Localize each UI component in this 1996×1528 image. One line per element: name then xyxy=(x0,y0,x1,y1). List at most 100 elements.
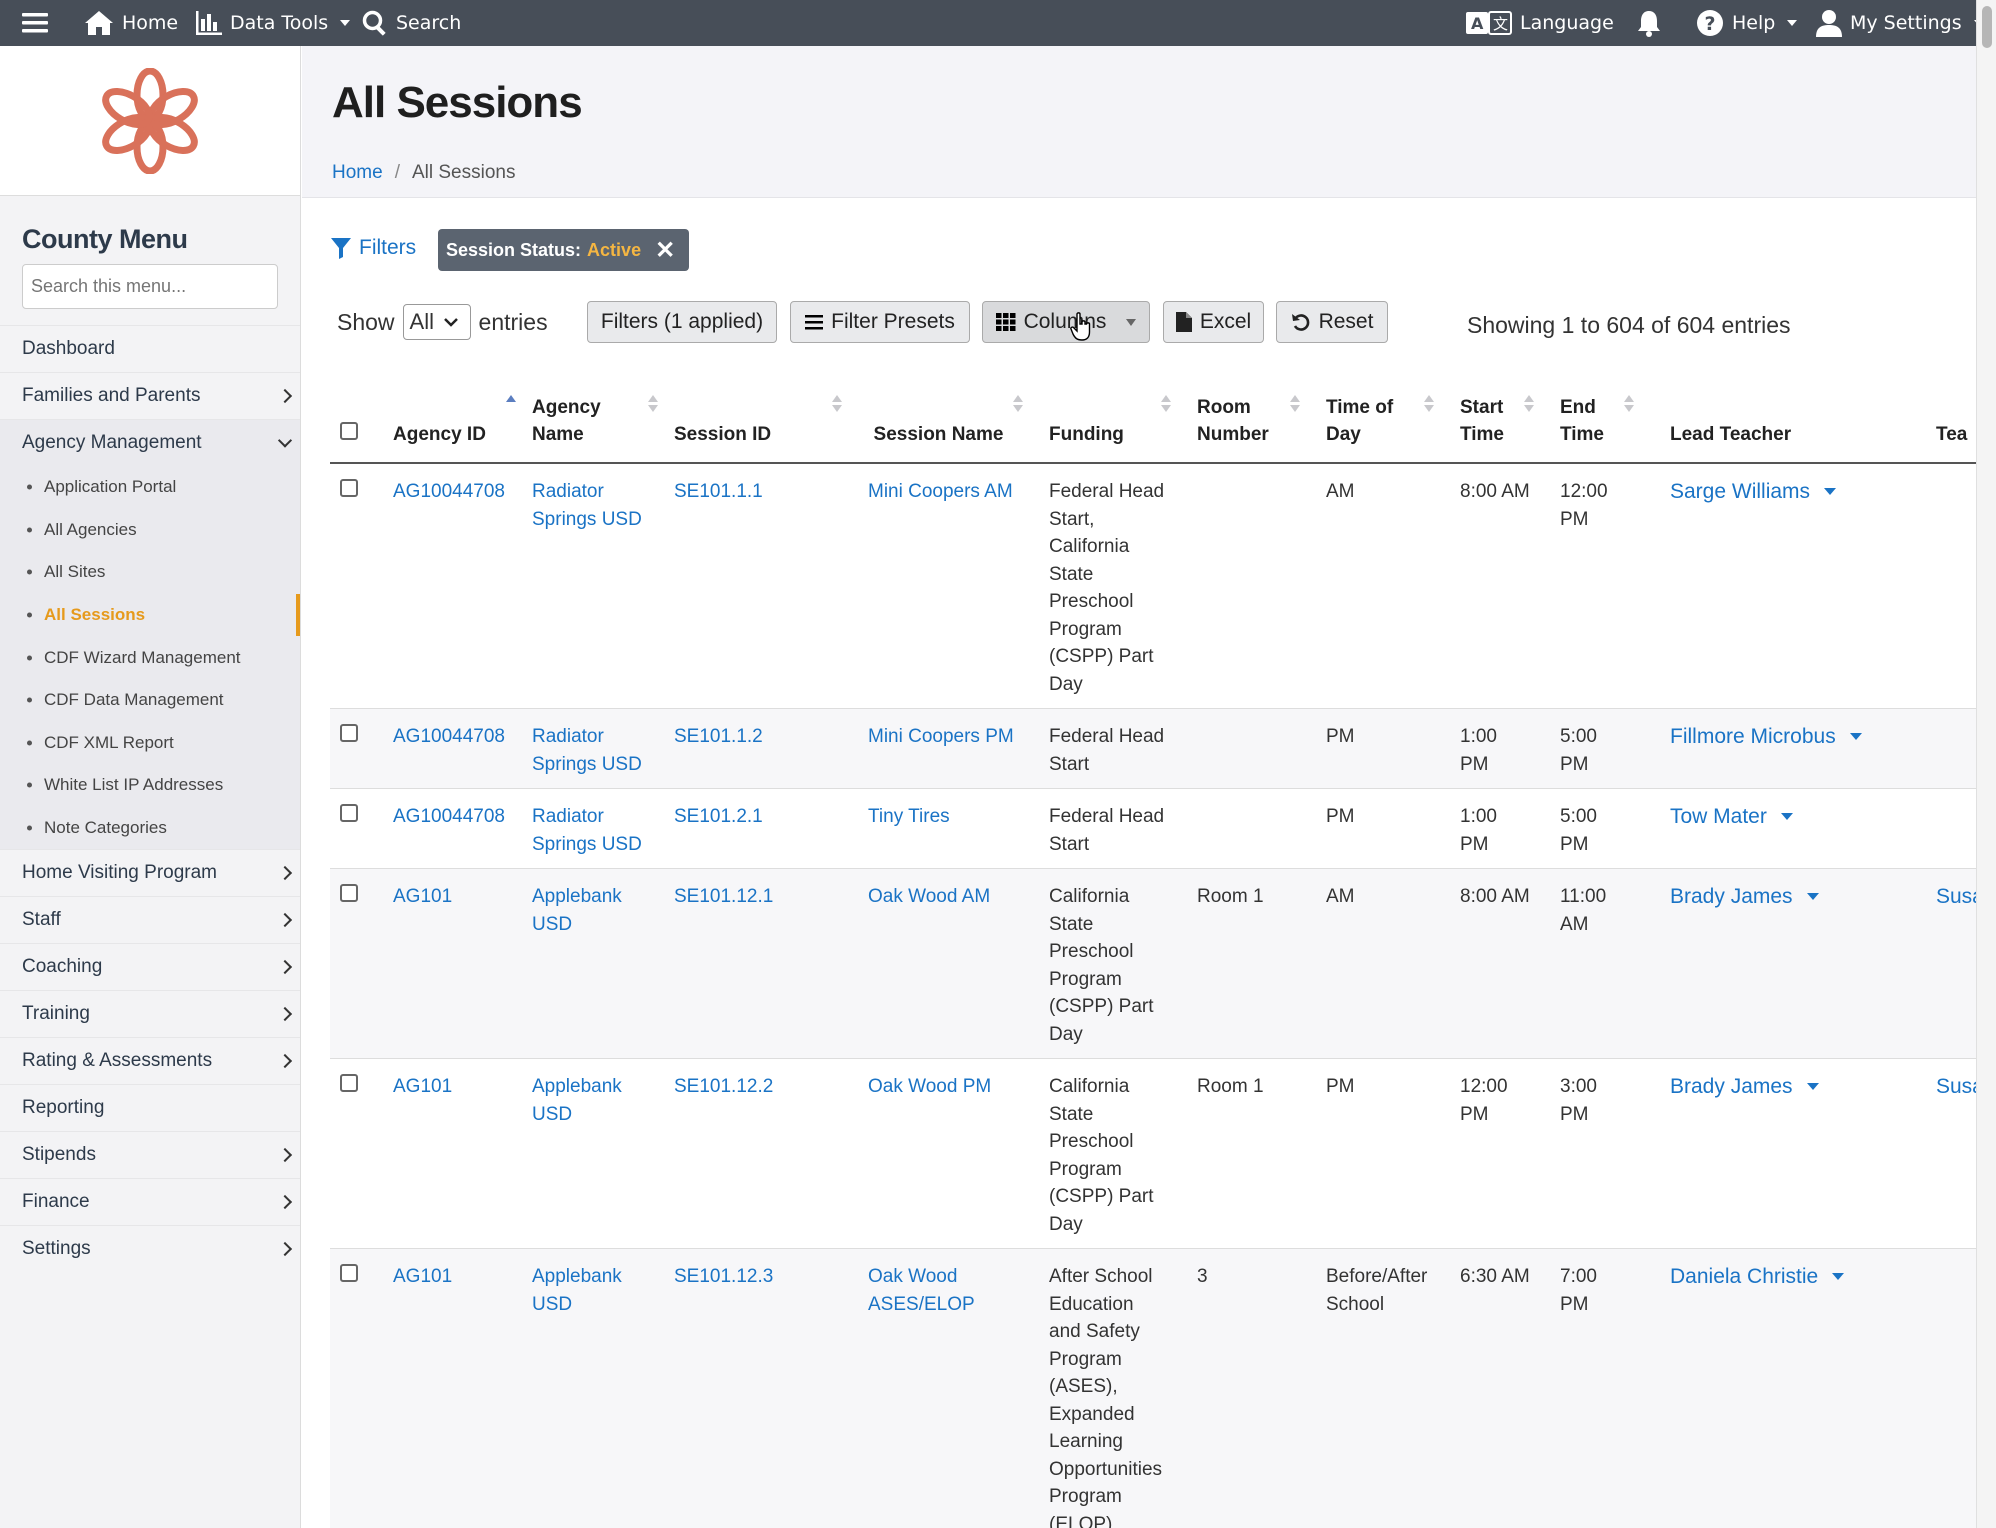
cell-time-of-day: AM xyxy=(1306,463,1440,709)
menu-search-input[interactable] xyxy=(22,264,278,309)
cell-lead-teacher: Fillmore Microbus xyxy=(1640,708,1920,789)
cell-agency-name-link[interactable]: Applebank USD xyxy=(532,1076,622,1125)
cell-agency-id-link[interactable]: AG10044708 xyxy=(393,806,505,827)
sidebar-subitem-cdf-data[interactable]: CDF Data Management xyxy=(0,679,300,722)
filters-applied-button[interactable]: Filters (1 applied) xyxy=(587,301,777,343)
column-header-session-name[interactable]: Session Name xyxy=(848,355,1029,464)
excel-export-button[interactable]: Excel xyxy=(1163,301,1264,343)
lead-teacher-dropdown[interactable]: Daniela Christie xyxy=(1670,1263,1845,1291)
breadcrumb-home-link[interactable]: Home xyxy=(332,162,383,184)
cell-session-id-link[interactable]: SE101.12.1 xyxy=(674,886,773,907)
sidebar-item-finance[interactable]: Finance xyxy=(0,1178,300,1225)
cell-select xyxy=(330,788,383,869)
chevron-down-icon xyxy=(1832,1273,1845,1281)
sidebar-item-stipends[interactable]: Stipends xyxy=(0,1131,300,1178)
sidebar-item-settings[interactable]: Settings xyxy=(0,1225,300,1272)
filters-toggle-link[interactable]: Filters xyxy=(331,236,416,260)
columns-dropdown-button[interactable]: Columns xyxy=(982,301,1150,343)
sidebar-subitem-cdf-xml[interactable]: CDF XML Report xyxy=(0,722,300,765)
sidebar-subitem-all-sites[interactable]: All Sites xyxy=(0,551,300,594)
row-checkbox[interactable] xyxy=(340,479,358,497)
cell-agency-id-link[interactable]: AG10044708 xyxy=(393,726,505,747)
cell-session-id-link[interactable]: SE101.12.3 xyxy=(674,1266,773,1287)
nav-home-link[interactable]: Home xyxy=(84,0,178,46)
column-header-agency-id[interactable]: Agency ID xyxy=(383,355,522,464)
row-checkbox[interactable] xyxy=(340,884,358,902)
cell-time-of-day: Before/After School xyxy=(1306,1248,1440,1528)
cell-agency-id-link[interactable]: AG10044708 xyxy=(393,481,505,502)
scrollbar-thumb[interactable] xyxy=(1982,6,1992,48)
cell-session-name-link[interactable]: Tiny Tires xyxy=(868,806,950,827)
sidebar-item-dashboard[interactable]: Dashboard xyxy=(0,325,300,372)
column-header-funding[interactable]: Funding xyxy=(1029,355,1177,464)
nav-search-link[interactable]: Search xyxy=(362,0,461,46)
cell-session-id-link[interactable]: SE101.1.2 xyxy=(674,726,763,747)
cell-session-name-link[interactable]: Oak Wood PM xyxy=(868,1076,991,1097)
cell-agency-id-link[interactable]: AG101 xyxy=(393,886,452,907)
sidebar-item-agency-management[interactable]: Agency Management xyxy=(0,419,300,466)
cell-session-id-link[interactable]: SE101.2.1 xyxy=(674,806,763,827)
teacher-link[interactable]: Susa xyxy=(1936,883,1976,911)
row-checkbox[interactable] xyxy=(340,724,358,742)
hamburger-menu-icon[interactable] xyxy=(22,0,48,46)
cell-session-name-link[interactable]: Oak Wood AM xyxy=(868,886,990,907)
cell-session-name-link[interactable]: Mini Coopers AM xyxy=(868,481,1013,502)
filter-presets-button[interactable]: Filter Presets xyxy=(790,301,970,343)
sidebar-item-rating[interactable]: Rating & Assessments xyxy=(0,1037,300,1084)
notifications-bell-icon[interactable] xyxy=(1636,0,1662,46)
teacher-link[interactable]: Susa xyxy=(1936,1073,1976,1101)
lead-teacher-dropdown[interactable]: Fillmore Microbus xyxy=(1670,723,1862,751)
sidebar-item-reporting[interactable]: Reporting xyxy=(0,1084,300,1131)
cell-agency-name-link[interactable]: Applebank USD xyxy=(532,886,622,935)
row-checkbox[interactable] xyxy=(340,1074,358,1092)
cell-session-name-link[interactable]: Mini Coopers PM xyxy=(868,726,1014,747)
sidebar-subitem-all-sessions[interactable]: All Sessions xyxy=(0,593,300,637)
page-scrollbar[interactable] xyxy=(1976,0,1996,1528)
lead-teacher-dropdown[interactable]: Brady James xyxy=(1670,1073,1819,1101)
logo[interactable] xyxy=(0,46,300,196)
sidebar-item-training[interactable]: Training xyxy=(0,990,300,1037)
nav-help-dropdown[interactable]: ? Help xyxy=(1696,0,1798,46)
column-header-agency-name[interactable]: Agency Name xyxy=(522,355,664,464)
column-header-session-id[interactable]: Session ID xyxy=(664,355,848,464)
cell-session-id-link[interactable]: SE101.1.1 xyxy=(674,481,763,502)
column-header-lead-teacher[interactable]: Lead Teacher xyxy=(1640,355,1920,464)
cell-session-id-link[interactable]: SE101.12.2 xyxy=(674,1076,773,1097)
sidebar-item-coaching[interactable]: Coaching xyxy=(0,943,300,990)
sidebar-subitem-cdf-wizard[interactable]: CDF Wizard Management xyxy=(0,636,300,679)
lead-teacher-dropdown[interactable]: Brady James xyxy=(1670,883,1819,911)
cell-agency-id: AG10044708 xyxy=(383,788,522,869)
sidebar-subitem-note-categories[interactable]: Note Categories xyxy=(0,807,300,850)
sidebar-item-home-visiting[interactable]: Home Visiting Program xyxy=(0,849,300,896)
cell-agency-id-link[interactable]: AG101 xyxy=(393,1076,452,1097)
cell-agency-id-link[interactable]: AG101 xyxy=(393,1266,452,1287)
cell-agency-name-link[interactable]: Radiator Springs USD xyxy=(532,481,642,530)
entries-select[interactable]: All xyxy=(402,304,471,340)
sidebar-item-families[interactable]: Families and Parents xyxy=(0,372,300,419)
nav-my-settings-dropdown[interactable]: My Settings xyxy=(1816,0,1984,46)
sidebar-item-staff[interactable]: Staff xyxy=(0,896,300,943)
column-header-end-time[interactable]: End Time xyxy=(1540,355,1640,464)
sidebar-subitem-white-list-ip[interactable]: White List IP Addresses xyxy=(0,764,300,807)
cell-agency-name-link[interactable]: Radiator Springs USD xyxy=(532,726,642,775)
nav-data-tools-dropdown[interactable]: Data Tools xyxy=(196,0,351,46)
mouse-pointer-cursor-icon xyxy=(1070,312,1091,341)
row-checkbox[interactable] xyxy=(340,1264,358,1282)
select-all-checkbox[interactable] xyxy=(340,422,358,440)
cell-session-name-link[interactable]: Oak Wood ASES/ELOP xyxy=(868,1266,975,1315)
sidebar-subitem-application-portal[interactable]: Application Portal xyxy=(0,466,300,509)
filter-presets-label: Filter Presets xyxy=(831,310,955,333)
lead-teacher-dropdown[interactable]: Tow Mater xyxy=(1670,803,1793,831)
reset-button[interactable]: Reset xyxy=(1276,301,1388,343)
row-checkbox[interactable] xyxy=(340,804,358,822)
remove-filter-close-icon[interactable]: ✕ xyxy=(655,236,675,265)
column-header-teacher[interactable]: Tea xyxy=(1920,355,1976,464)
lead-teacher-dropdown[interactable]: Sarge Williams xyxy=(1670,478,1837,506)
column-header-room-number[interactable]: Room Number xyxy=(1177,355,1306,464)
cell-agency-name-link[interactable]: Radiator Springs USD xyxy=(532,806,642,855)
nav-language-link[interactable]: A文 Language xyxy=(1466,0,1614,46)
column-header-time-of-day[interactable]: Time of Day xyxy=(1306,355,1440,464)
cell-agency-name-link[interactable]: Applebank USD xyxy=(532,1266,622,1315)
column-header-start-time[interactable]: Start Time xyxy=(1440,355,1540,464)
sidebar-subitem-all-agencies[interactable]: All Agencies xyxy=(0,509,300,552)
